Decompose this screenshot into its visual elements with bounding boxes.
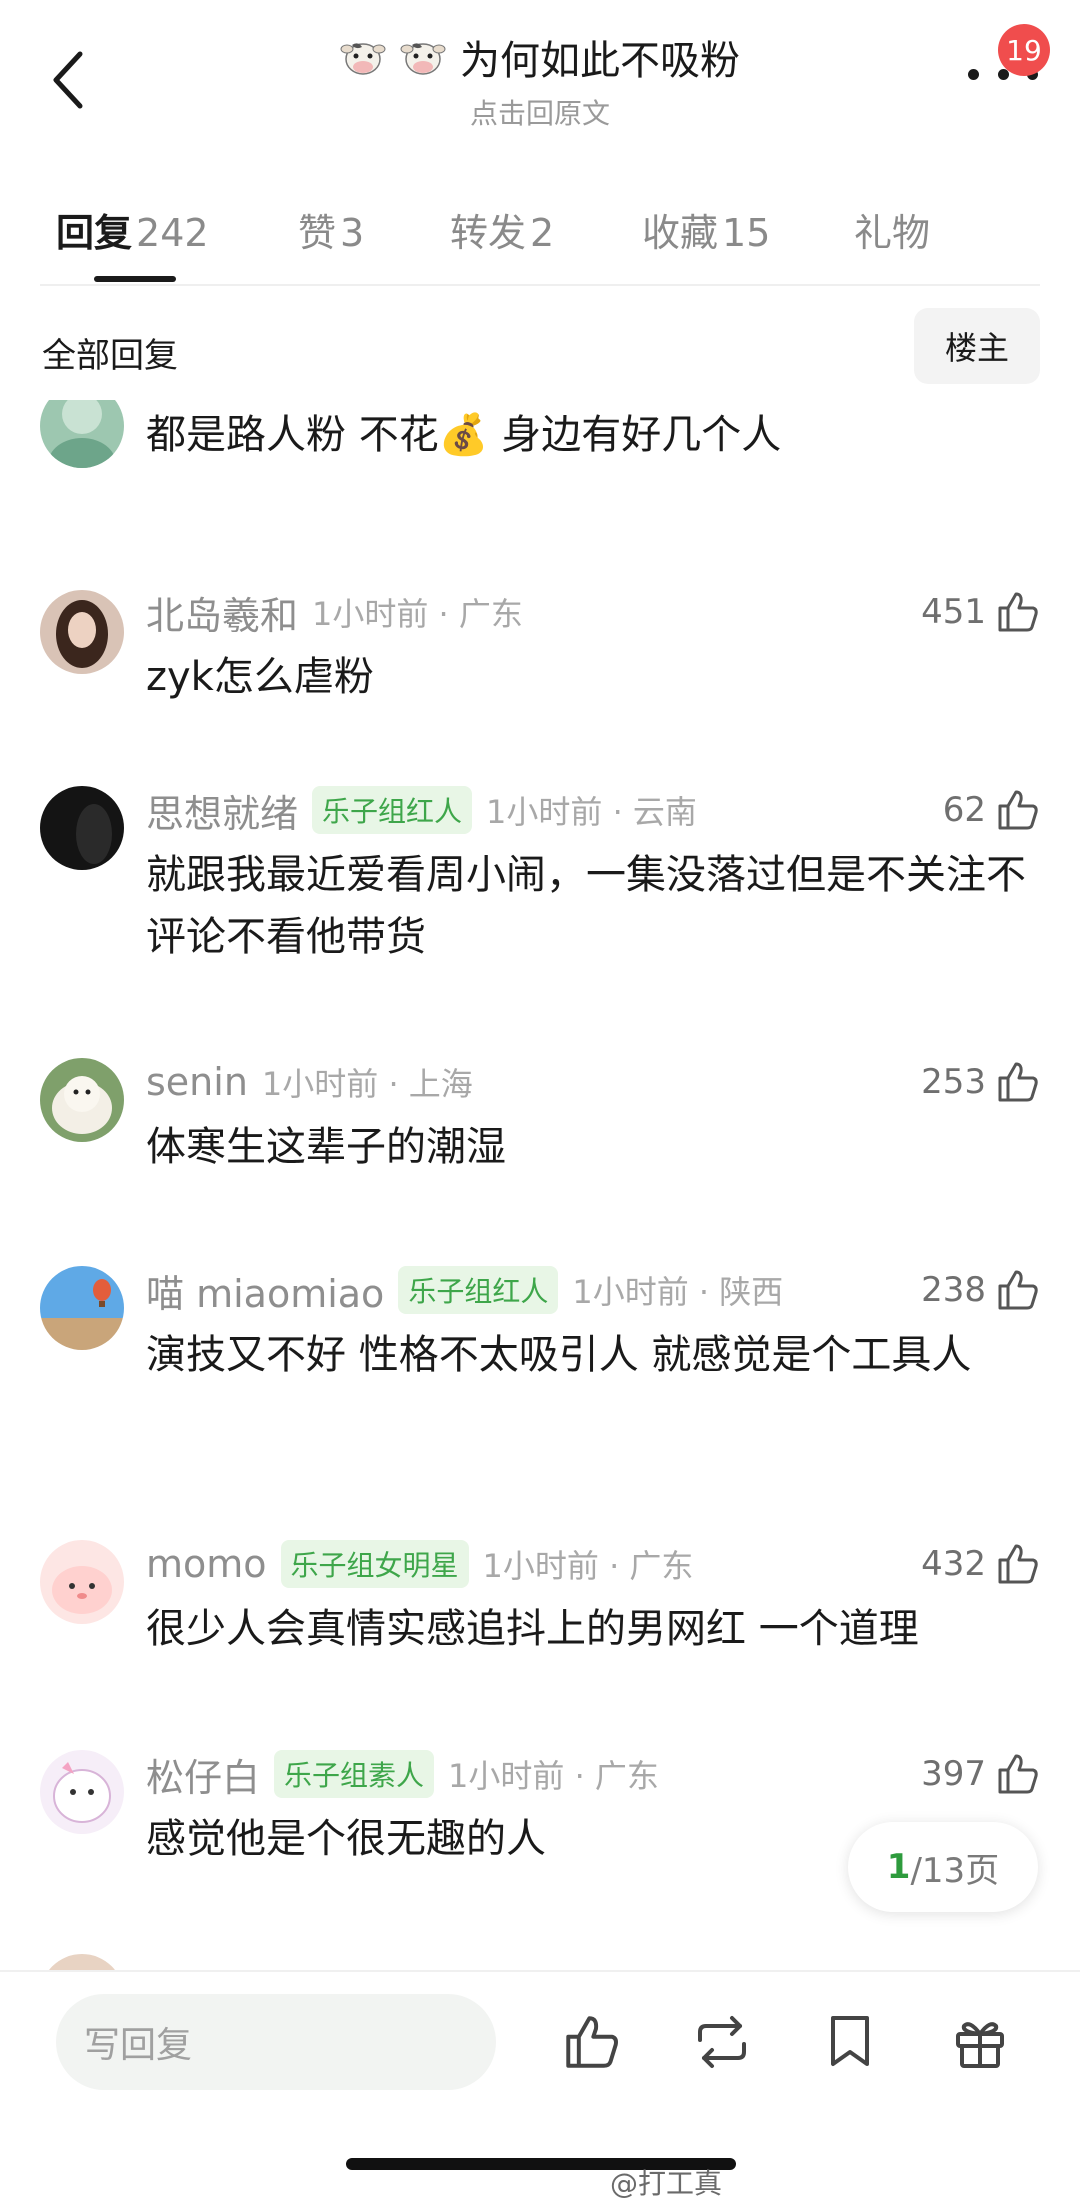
comment-meta: 1小时前 · 上海: [261, 1065, 473, 1103]
comment-list[interactable]: 都是路人粉 不花💰 身边有好几个人 北岛羲和 1小时前 · 广东 451 zyk…: [0, 400, 1080, 1970]
divider: [40, 284, 1040, 286]
username[interactable]: senin: [146, 1060, 248, 1104]
comment-text: 就跟我最近爱看周小闹，一集没落过但是不关注不评论不看他带货: [146, 852, 1026, 960]
current-page: 1: [886, 1847, 911, 1887]
like-button[interactable]: 238: [921, 1262, 1040, 1318]
notification-badge: 19: [998, 24, 1050, 76]
like-button[interactable]: 451: [921, 584, 1040, 640]
like-button[interactable]: 62: [943, 782, 1040, 838]
comment-text: 都是路人粉 不花💰 身边有好几个人: [146, 412, 782, 458]
reply-filter-bar: 全部回复 楼主: [0, 300, 1080, 400]
reply-input[interactable]: 写回复: [56, 1994, 496, 2090]
tab-replies[interactable]: 回复 242: [56, 202, 209, 257]
comment-text: zyk怎么虐粉: [146, 654, 374, 700]
gift-button[interactable]: [948, 2010, 1012, 2074]
comment-header: 思想就绪 乐子组红人 1小时前 · 云南: [146, 782, 697, 838]
username[interactable]: 松仔白: [146, 1747, 260, 1802]
comment-meta: 1小时前 · 广东: [312, 595, 523, 633]
like-count: 397: [921, 1754, 986, 1794]
comment-header: 北岛羲和 1小时前 · 广东: [146, 584, 523, 640]
cow-emoji-icon: [340, 43, 386, 75]
comment-text: 很少人会真情实感追抖上的男网红 一个道理: [146, 1606, 919, 1652]
repost-icon: [698, 2016, 746, 2068]
back-button[interactable]: [36, 40, 100, 120]
like-count: 238: [921, 1270, 986, 1310]
tab-favorites[interactable]: 收藏 15: [642, 202, 770, 257]
avatar[interactable]: [40, 400, 124, 468]
comment-meta: 1小时前 · 云南: [486, 793, 697, 831]
repost-button[interactable]: [690, 2010, 754, 2074]
active-tab-indicator: [94, 276, 176, 282]
user-badge: 乐子组红人: [398, 1266, 559, 1314]
op-only-button[interactable]: 楼主: [914, 308, 1040, 384]
like-count: 451: [921, 592, 986, 632]
tab-likes[interactable]: 赞3: [298, 202, 364, 257]
username[interactable]: momo: [146, 1542, 267, 1586]
watermark: @打工真: [610, 2167, 723, 2198]
title-area[interactable]: 为何如此不吸粉 点击回原文: [240, 28, 840, 132]
tab-bar: 回复 242 赞3 转发 2 收藏 15 礼物: [0, 180, 1080, 290]
tab-gifts[interactable]: 礼物: [854, 202, 930, 257]
avatar[interactable]: [40, 590, 124, 674]
avatar[interactable]: [40, 1058, 124, 1142]
comment-meta: 1小时前 · 陕西: [572, 1273, 784, 1311]
thumbs-up-icon: [998, 592, 1038, 632]
comment-item[interactable]: 都是路人粉 不花💰 身边有好几个人: [0, 400, 1080, 504]
thumbs-up-icon: [566, 2016, 618, 2068]
like-button[interactable]: 432: [921, 1536, 1040, 1592]
user-badge: 乐子组女明星: [280, 1540, 469, 1588]
comment-header: 喵 miaomiao 乐子组红人 1小时前 · 陕西: [146, 1262, 783, 1318]
like-post-button[interactable]: [560, 2010, 624, 2074]
thumbs-up-icon: [998, 790, 1038, 830]
all-replies-label[interactable]: 全部回复: [42, 328, 178, 377]
avatar[interactable]: [40, 1954, 124, 1970]
total-pages: /13页: [910, 1850, 1000, 1891]
gift-icon: [956, 2022, 1004, 2068]
like-button[interactable]: 397: [921, 1746, 1040, 1802]
user-badge: 乐子组红人: [312, 786, 473, 834]
thumbs-up-icon: [998, 1062, 1038, 1102]
comment-item[interactable]: 喵 miaomiao 乐子组红人 1小时前 · 陕西 238 演技又不好 性格不…: [0, 1262, 1080, 1462]
bookmark-icon: [831, 2016, 869, 2066]
comment-meta: 1小时前 · 广东: [448, 1757, 659, 1795]
chevron-left-icon: [53, 51, 83, 109]
comment-text: 演技又不好 性格不太吸引人 就感觉是个工具人: [146, 1332, 972, 1378]
more-dot-icon: [968, 68, 979, 80]
avatar[interactable]: [40, 786, 124, 870]
comment-header: senin 1小时前 · 上海: [146, 1054, 473, 1110]
title-text: 为何如此不吸粉: [460, 38, 740, 84]
avatar[interactable]: [40, 1266, 124, 1350]
comment-item[interactable]: senin 1小时前 · 上海 253 体寒生这辈子的潮湿: [0, 1054, 1080, 1204]
comment-header: 松仔白 乐子组素人 1小时前 · 广东: [146, 1746, 659, 1802]
cow-emoji-icon: [400, 43, 446, 75]
comment-header: momo 乐子组女明星 1小时前 · 广东: [146, 1536, 693, 1592]
like-button[interactable]: 253: [921, 1054, 1040, 1110]
bookmark-button[interactable]: [818, 2010, 882, 2074]
avatar[interactable]: [40, 1540, 124, 1624]
avatar[interactable]: [40, 1750, 124, 1834]
tab-reposts[interactable]: 转发 2: [450, 202, 554, 257]
page-title: 为何如此不吸粉: [240, 28, 840, 86]
comment-item[interactable]: 北岛羲和 1小时前 · 广东 451 zyk怎么虐粉: [0, 584, 1080, 734]
comment-text: 体寒生这辈子的潮湿: [146, 1124, 506, 1170]
comment-item[interactable]: 思想就绪 乐子组红人 1小时前 · 云南 62 就跟我最近爱看周小闹，一集没落过…: [0, 782, 1080, 982]
username[interactable]: 喵 miaomiao: [146, 1263, 384, 1318]
bottom-action-bar: 写回复: [0, 1970, 1080, 2198]
comment-meta: 1小时前 · 广东: [482, 1547, 694, 1585]
screen: 为何如此不吸粉 点击回原文 19 回复242 赞3 转发2 收藏15 礼物: [0, 0, 1080, 2198]
user-badge: 乐子组素人: [274, 1750, 435, 1798]
thumbs-up-icon: [998, 1754, 1038, 1794]
back-to-original-link[interactable]: 点击回原文: [240, 92, 840, 132]
like-count: 432: [921, 1544, 986, 1584]
top-bar: 为何如此不吸粉 点击回原文 19: [0, 0, 1080, 170]
like-count: 253: [921, 1062, 986, 1102]
username[interactable]: 北岛羲和: [146, 585, 298, 640]
like-count: 62: [942, 790, 986, 830]
thumbs-up-icon: [998, 1544, 1038, 1584]
page-indicator[interactable]: 1/13页: [848, 1822, 1038, 1912]
username[interactable]: 思想就绪: [146, 783, 298, 838]
comment-item[interactable]: momo 乐子组女明星 1小时前 · 广东 432 很少人会真情实感追抖上的男网…: [0, 1536, 1080, 1686]
thumbs-up-icon: [998, 1270, 1038, 1310]
